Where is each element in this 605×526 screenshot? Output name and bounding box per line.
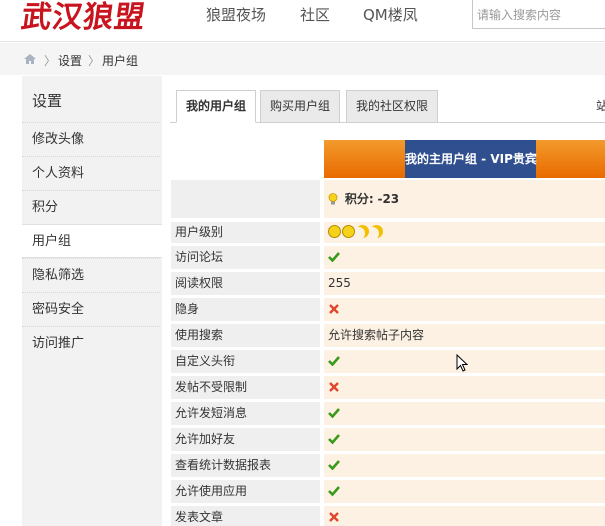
breadcrumb-separator: 〉 [44,54,57,68]
check-icon [328,460,340,471]
smiley-icon [328,225,341,238]
row-value [324,402,605,425]
sidebar-title: 设置 [32,92,63,110]
score-value: -23 [377,192,400,206]
moon-icon [370,225,383,238]
row-label: 使用搜索 [171,324,320,347]
search-input[interactable]: 请输入搜索内容 [472,0,605,29]
row-label: 发帖不受限制 [171,376,320,399]
home-icon[interactable] [24,54,36,64]
breadcrumb-separator: 〉 [88,54,101,68]
row-value [324,376,605,399]
cross-icon [329,382,339,392]
sidebar-item-privacy[interactable]: 隐私筛选 [22,258,160,292]
sidebar-item-password[interactable]: 密码安全 [22,292,160,326]
nav-link-qm[interactable]: QM楼凤 [363,4,418,25]
nav-link-night[interactable]: 狼盟夜场 [206,4,266,25]
breadcrumb-usergroup[interactable]: 用户组 [102,52,138,69]
row-value [324,480,605,503]
top-header: 武汉狼盟 狼盟夜场 社区 QM楼凤 请输入搜索内容 [0,0,605,42]
row-value: 允许搜索帖子内容 [324,324,605,347]
check-icon [328,434,340,445]
sidebar-item-avatar[interactable]: 修改头像 [22,122,160,156]
score-value-cell: 积分: -23 [324,180,605,218]
row-value: 255 [324,272,605,295]
tab-my-usergroup[interactable]: 我的用户组 [176,90,257,123]
row-label: 查看统计数据报表 [171,454,320,477]
tab-extra-text: 站 [596,99,605,113]
smiley-icon [342,225,355,238]
breadcrumb-settings[interactable]: 设置 [58,52,82,69]
sidebar-item-profile[interactable]: 个人资料 [22,156,160,190]
row-label: 自定义头衔 [171,350,320,373]
sidebar-item-usergroup[interactable]: 用户组 [22,224,162,258]
nav-link-community[interactable]: 社区 [300,4,330,25]
check-icon [328,408,340,419]
row-label: 允许使用应用 [171,480,320,503]
score-label: 积分: [344,192,374,206]
row-value [324,506,605,526]
row-value [324,454,605,477]
cross-icon [329,512,339,522]
check-icon [328,252,340,263]
check-icon [328,486,340,497]
cross-icon [329,304,339,314]
group-header-title: 我的主用户组 - VIP贵宾 [405,140,537,178]
row-value [324,298,605,321]
tab-bar: 我的用户组 购买用户组 我的社区权限 [170,90,605,123]
mouse-cursor-icon [456,354,468,372]
site-logo[interactable]: 武汉狼盟 [19,0,149,36]
row-value-level [324,222,605,243]
lightbulb-icon [328,193,338,205]
row-label: 发表文章 [171,506,320,526]
moon-icon [356,225,369,238]
check-icon [328,356,340,367]
row-label: 隐身 [171,298,320,321]
breadcrumb: 〉 设置 〉 用户组 [0,43,605,75]
row-label: 阅读权限 [171,272,320,295]
row-value [324,428,605,451]
row-value [324,246,605,269]
row-label: 允许发短消息 [171,402,320,425]
tab-community-permissions[interactable]: 我的社区权限 [346,90,439,123]
sidebar-item-credits[interactable]: 积分 [22,190,160,224]
row-label: 允许加好友 [171,428,320,451]
tab-buy-usergroup[interactable]: 购买用户组 [260,90,341,123]
score-label-cell [171,180,320,218]
settings-sidebar: 设置 修改头像 个人资料 积分 用户组 隐私筛选 密码安全 访问推广 [22,76,162,526]
row-label: 访问论坛 [171,246,320,269]
row-label: 用户级别 [171,222,320,243]
sidebar-item-promotion[interactable]: 访问推广 [22,326,160,360]
